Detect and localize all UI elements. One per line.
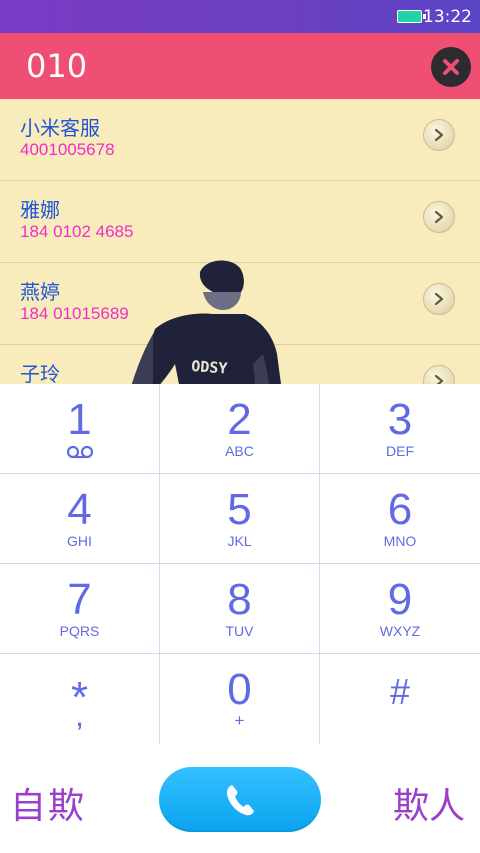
bottom-action-bar: 自欺 欺人 (0, 744, 480, 853)
key-star[interactable]: * , (0, 654, 160, 744)
key-6[interactable]: 6 MNO (320, 474, 480, 564)
contact-detail-button[interactable] (423, 201, 455, 233)
key-digit: 1 (67, 395, 92, 444)
key-0[interactable]: 0 + (160, 654, 320, 744)
chevron-right-icon (434, 374, 444, 384)
contact-name: 子玲 (20, 362, 60, 384)
phone-icon (227, 784, 254, 815)
key-digit: 0 (227, 665, 252, 714)
contact-suggestions: 小米客服 4001005678 雅娜 184 0102 4685 燕婷 184 … (0, 99, 480, 384)
close-icon (443, 59, 459, 75)
key-8[interactable]: 8 TUV (160, 564, 320, 654)
key-9[interactable]: 9 WXYZ (320, 564, 480, 654)
key-hash[interactable]: # (320, 654, 480, 744)
chevron-right-icon (434, 128, 444, 142)
dialed-number[interactable]: 010 (26, 47, 87, 85)
key-letters: ABC (225, 443, 254, 459)
key-7[interactable]: 7 PQRS (0, 564, 160, 654)
key-digit: # (389, 671, 411, 712)
key-1[interactable]: 1 (0, 384, 160, 474)
call-button[interactable] (159, 767, 321, 832)
key-letters: WXYZ (379, 623, 421, 639)
contact-number: 4001005678 (20, 140, 115, 159)
key-digit: 3 (387, 395, 413, 444)
key-letters: PQRS (59, 623, 100, 639)
clear-button[interactable] (431, 47, 471, 87)
key-letters: TUV (225, 623, 254, 639)
dial-input-bar: 010 (0, 33, 480, 99)
contact-row[interactable]: 燕婷 184 01015689 (0, 263, 480, 345)
chevron-right-icon (434, 210, 444, 224)
key-digit: 2 (227, 395, 252, 444)
status-bar: 13:22 (0, 0, 480, 33)
key-digit: 4 (67, 485, 92, 534)
key-letters: , (76, 706, 83, 731)
voicemail-icon (66, 445, 94, 459)
key-2[interactable]: 2 ABC (160, 384, 320, 474)
chevron-right-icon (434, 292, 444, 306)
right-action-button[interactable]: 欺人 (393, 777, 465, 829)
key-letters: JKL (227, 533, 252, 549)
left-action-button[interactable]: 自欺 (10, 777, 86, 829)
key-digit: 5 (227, 485, 252, 534)
contact-detail-button[interactable] (423, 365, 455, 384)
key-digit: 7 (67, 575, 92, 624)
contact-number: 184 0102 4685 (20, 222, 134, 241)
battery-icon (397, 10, 426, 23)
key-digit: 8 (227, 575, 252, 624)
dial-keypad: 1 2 ABC 3 DEF 4 GHI 5 JKL 6 MNO 7 PQRS 8… (0, 384, 480, 744)
contact-row[interactable]: 小米客服 4001005678 (0, 99, 480, 181)
contact-row[interactable]: 雅娜 184 0102 4685 (0, 181, 480, 263)
key-3[interactable]: 3 DEF (320, 384, 480, 474)
key-letters: MNO (383, 533, 417, 549)
contact-name: 小米客服 (20, 116, 100, 140)
contact-detail-button[interactable] (423, 283, 455, 315)
key-digit: 9 (387, 575, 413, 624)
contact-number: 184 01015689 (20, 304, 129, 323)
contact-row[interactable]: 子玲 (0, 345, 480, 384)
contact-detail-button[interactable] (423, 119, 455, 151)
key-5[interactable]: 5 JKL (160, 474, 320, 564)
key-4[interactable]: 4 GHI (0, 474, 160, 564)
status-time: 13:22 (423, 7, 472, 27)
contact-name: 燕婷 (20, 280, 60, 304)
key-letters: + (234, 711, 245, 730)
key-letters: DEF (386, 443, 414, 459)
contact-name: 雅娜 (20, 198, 60, 222)
key-digit: 6 (387, 485, 413, 534)
key-letters: GHI (67, 533, 92, 549)
